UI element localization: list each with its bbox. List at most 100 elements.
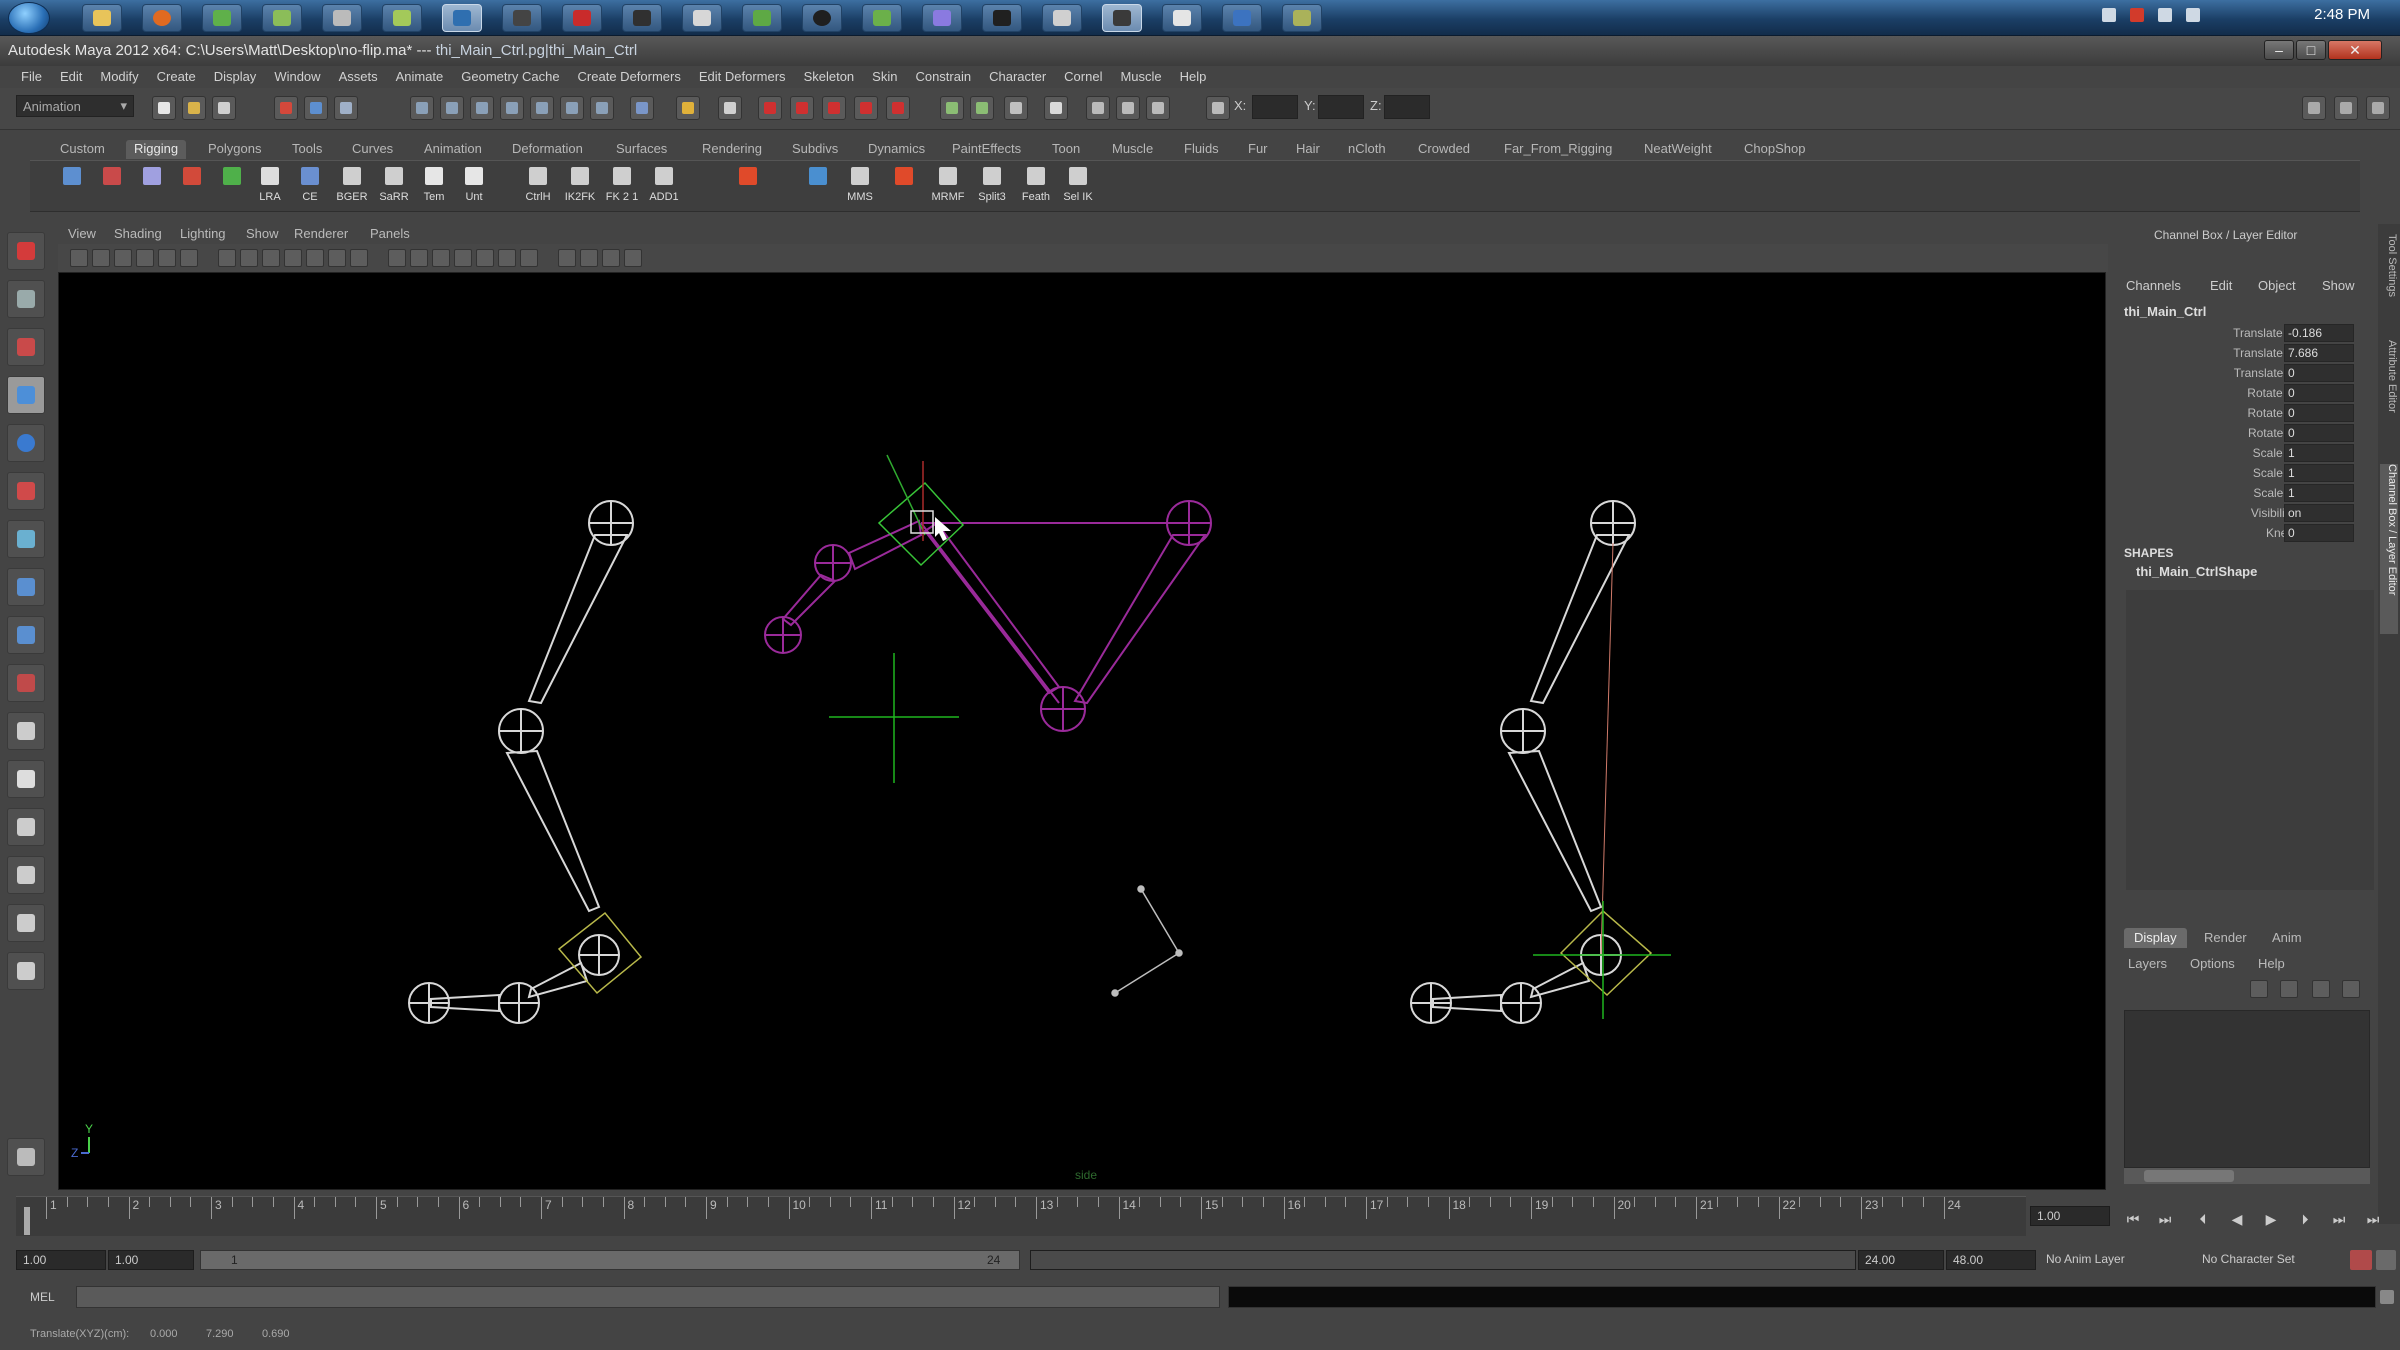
panel-menu-lighting[interactable]: Lighting bbox=[180, 226, 226, 241]
maya-taskbar-icon[interactable] bbox=[1102, 4, 1142, 32]
z-field[interactable] bbox=[1384, 95, 1430, 119]
select-hierarchy-icon[interactable] bbox=[274, 96, 298, 120]
construction-history-icon[interactable] bbox=[718, 96, 742, 120]
animation-end-field[interactable]: 48.00 bbox=[1946, 1250, 2036, 1270]
channel-value[interactable]: 0 bbox=[2284, 524, 2354, 542]
app-icon[interactable] bbox=[1162, 4, 1202, 32]
scrollbar-thumb[interactable] bbox=[2144, 1170, 2234, 1182]
last-tool-icon[interactable] bbox=[7, 664, 45, 702]
wireframe-on-shaded-icon[interactable] bbox=[284, 249, 302, 267]
panel-menu-panels[interactable]: Panels bbox=[370, 226, 410, 241]
sidebar-toggle-icon[interactable] bbox=[2334, 96, 2358, 120]
shelf-tab-curves[interactable]: Curves bbox=[344, 140, 401, 159]
channel-row[interactable]: Translate Z0 bbox=[2110, 364, 2374, 383]
snap-grid-icon[interactable] bbox=[410, 96, 434, 120]
paint-tool-icon[interactable] bbox=[886, 165, 922, 209]
cube-icon[interactable] bbox=[410, 249, 428, 267]
channel-row[interactable]: Knee 0 bbox=[2110, 524, 2374, 543]
menu-cornel[interactable]: Cornel bbox=[1055, 69, 1111, 84]
axis-tool-icon[interactable] bbox=[800, 165, 836, 209]
shelf-tab-subdivs[interactable]: Subdivs bbox=[784, 140, 846, 159]
four-view-layout-icon[interactable] bbox=[7, 760, 45, 798]
paint-select-icon[interactable] bbox=[7, 328, 45, 366]
channel-row[interactable]: Scale X1 bbox=[2110, 444, 2374, 463]
menu-edit-deformers[interactable]: Edit Deformers bbox=[690, 69, 795, 84]
scale-tool-icon[interactable] bbox=[7, 472, 45, 510]
step-back-key-icon[interactable]: ⏭ bbox=[2154, 1210, 2176, 1228]
menu-assets[interactable]: Assets bbox=[330, 69, 387, 84]
shelf-tab-animation[interactable]: Animation bbox=[416, 140, 490, 159]
lighting-icon[interactable] bbox=[432, 249, 450, 267]
app-icon[interactable] bbox=[1042, 4, 1082, 32]
menu-create[interactable]: Create bbox=[148, 69, 205, 84]
anim-layer-dropdown[interactable]: No Anim Layer bbox=[2040, 1250, 2190, 1270]
paint-tool-icon[interactable] bbox=[730, 165, 766, 209]
channel-value[interactable]: 0 bbox=[2284, 384, 2354, 402]
app-icon[interactable] bbox=[922, 4, 962, 32]
textured-icon[interactable] bbox=[350, 249, 368, 267]
app-icon[interactable] bbox=[382, 4, 422, 32]
explorer-icon[interactable] bbox=[82, 4, 122, 32]
sidebar-toggle-icon[interactable] bbox=[2302, 96, 2326, 120]
playback-start-field[interactable]: 1.00 bbox=[108, 1250, 194, 1270]
channel-row[interactable]: Rotate Y0 bbox=[2110, 404, 2374, 423]
menu-set-dropdown[interactable]: Animation ▾ bbox=[16, 95, 134, 117]
panel-menu-view[interactable]: View bbox=[68, 226, 96, 241]
app-icon[interactable] bbox=[802, 4, 842, 32]
y-field[interactable] bbox=[1318, 95, 1364, 119]
layer-remove-icon[interactable] bbox=[2342, 980, 2360, 998]
menu-window[interactable]: Window bbox=[265, 69, 329, 84]
menu-skin[interactable]: Skin bbox=[863, 69, 906, 84]
menu-skeleton[interactable]: Skeleton bbox=[795, 69, 864, 84]
image-plane-icon[interactable] bbox=[136, 249, 154, 267]
tab-attribute-editor[interactable]: Attribute Editor bbox=[2380, 340, 2398, 460]
shelf-button-ce[interactable]: CE bbox=[292, 165, 328, 209]
channel-value[interactable]: 7.686 bbox=[2284, 344, 2354, 362]
shelf-tab-toon[interactable]: Toon bbox=[1044, 140, 1088, 159]
safe-action-icon[interactable] bbox=[624, 249, 642, 267]
tray-icon[interactable] bbox=[2102, 8, 2116, 22]
step-forward-frame-icon[interactable]: ⏵ bbox=[2294, 1210, 2316, 1228]
shelf-tab-far-from-rigging[interactable]: Far_From_Rigging bbox=[1496, 140, 1620, 159]
menu-character[interactable]: Character bbox=[980, 69, 1055, 84]
channel-value[interactable]: 0 bbox=[2284, 404, 2354, 422]
layer-menu-layers[interactable]: Layers bbox=[2128, 956, 2167, 971]
magnet-icon[interactable] bbox=[854, 96, 878, 120]
layer-tab-display[interactable]: Display bbox=[2124, 928, 2187, 948]
app-icon[interactable] bbox=[742, 4, 782, 32]
transform-icon[interactable] bbox=[1116, 96, 1140, 120]
graph-layout-icon[interactable] bbox=[7, 856, 45, 894]
grease-pencil-icon[interactable] bbox=[158, 249, 176, 267]
shelf-button-add1[interactable]: ADD1 bbox=[646, 165, 682, 209]
layer-scrollbar[interactable] bbox=[2124, 1168, 2370, 1184]
app-icon[interactable] bbox=[202, 4, 242, 32]
shelf-tab-fluids[interactable]: Fluids bbox=[1176, 140, 1227, 159]
app-icon[interactable] bbox=[322, 4, 362, 32]
current-frame-field[interactable]: 1.00 bbox=[2030, 1206, 2110, 1226]
ambient-occlusion-icon[interactable] bbox=[498, 249, 516, 267]
shelf-button-fk21[interactable]: FK 2 1 bbox=[604, 165, 640, 209]
transform-icon[interactable] bbox=[1086, 96, 1110, 120]
viewport-side[interactable]: Y Z side bbox=[58, 272, 2106, 1190]
shadows-icon[interactable] bbox=[476, 249, 494, 267]
shelf-button-ik2fk[interactable]: IK2FK bbox=[562, 165, 598, 209]
shelf-tab-hair[interactable]: Hair bbox=[1288, 140, 1328, 159]
maximize-button[interactable]: □ bbox=[2296, 40, 2326, 60]
shelf-tab-painteffects[interactable]: PaintEffects bbox=[944, 140, 1029, 159]
wireframe-icon[interactable] bbox=[240, 249, 258, 267]
range-track[interactable] bbox=[1030, 1250, 1856, 1270]
app-icon[interactable] bbox=[862, 4, 902, 32]
snap-point-icon[interactable] bbox=[470, 96, 494, 120]
menu-constrain[interactable]: Constrain bbox=[906, 69, 980, 84]
channel-row[interactable]: Visibility on bbox=[2110, 504, 2374, 523]
time-slider[interactable]: 1 2 3 4 5 6 7 8 9 10 11 12 13 14 15 16 17 18 19 20 21 22 23 24 bbox=[16, 1196, 2026, 1236]
windows-start-button[interactable] bbox=[8, 2, 50, 34]
channel-row[interactable]: Scale Z1 bbox=[2110, 484, 2374, 503]
menu-muscle[interactable]: Muscle bbox=[1111, 69, 1170, 84]
manipulator-icon[interactable] bbox=[7, 520, 45, 558]
layer-new-selected-icon[interactable] bbox=[2280, 980, 2298, 998]
firefox-icon[interactable] bbox=[142, 4, 182, 32]
shelf-tab-tools[interactable]: Tools bbox=[284, 140, 330, 159]
menu-help[interactable]: Help bbox=[1171, 69, 1216, 84]
app-icon[interactable] bbox=[982, 4, 1022, 32]
